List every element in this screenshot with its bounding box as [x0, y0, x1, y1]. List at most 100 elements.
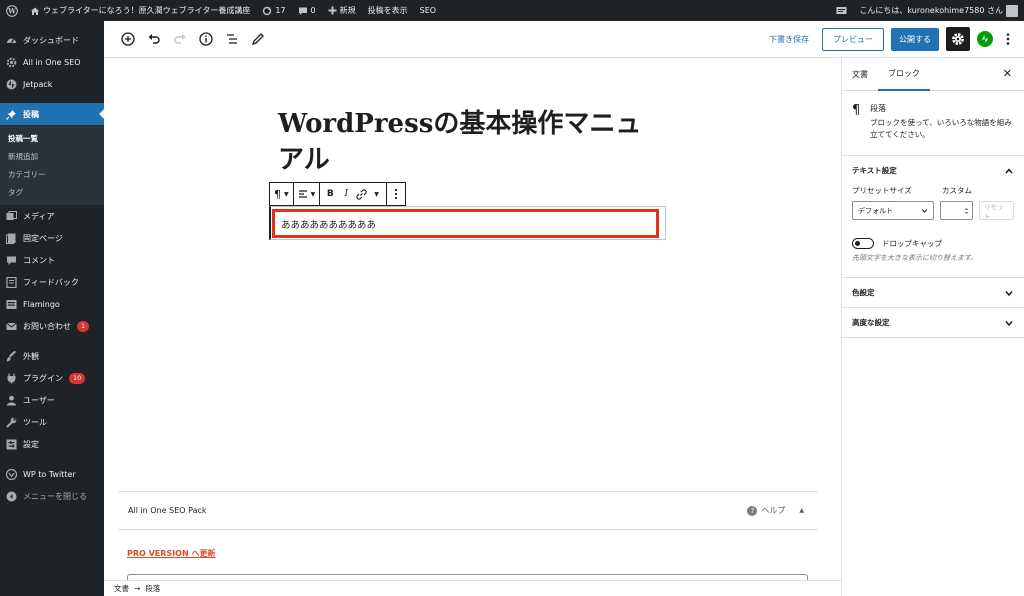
- sidebar-item-wp-to-twitter[interactable]: WP to Twitter: [0, 463, 104, 485]
- sidebar-item-media[interactable]: メディア: [0, 205, 104, 227]
- tab-block[interactable]: ブロック: [878, 58, 930, 91]
- text-settings-toggle[interactable]: テキスト設定: [842, 156, 1024, 185]
- publish-button[interactable]: 公開する: [891, 27, 939, 51]
- sidebar-item-label: ユーザー: [23, 395, 55, 405]
- paragraph-icon: ¶: [274, 187, 281, 201]
- spinner-arrows-icon: [964, 207, 969, 214]
- tab-document[interactable]: 文書: [842, 58, 878, 91]
- more-formats-chevron-icon[interactable]: ▼: [371, 191, 382, 198]
- notifications-link[interactable]: [830, 0, 853, 21]
- post-title[interactable]: WordPressの基本操作マニュアル: [278, 106, 648, 178]
- add-block-button[interactable]: [120, 31, 136, 47]
- sidebar-item-label: ツール: [23, 417, 47, 427]
- settings-toggle-button[interactable]: [946, 27, 970, 51]
- metabox-help[interactable]: ? ヘルプ ▲: [747, 505, 818, 516]
- paragraph-icon: ¶: [852, 103, 861, 118]
- account-menu[interactable]: こんにちは、kuronekohime7580 さん: [853, 0, 1024, 21]
- close-icon[interactable]: ✕: [1003, 67, 1012, 80]
- reset-button[interactable]: リセット: [979, 201, 1015, 221]
- submenu-categories[interactable]: カテゴリー: [0, 165, 104, 183]
- breadcrumb-block[interactable]: 段落: [145, 583, 160, 594]
- settings-tabs: 文書 ブロック ✕: [842, 58, 1024, 91]
- drop-cap-help: 先頭文字を大きな表示に切り替えます。: [852, 254, 978, 262]
- custom-size-input[interactable]: [939, 201, 974, 220]
- updates-link[interactable]: 17: [256, 0, 291, 21]
- sidebar-item-flamingo[interactable]: Flamingo: [0, 293, 104, 315]
- sidebar-item-label: プラグイン: [23, 373, 63, 383]
- preview-button[interactable]: プレビュー: [822, 27, 884, 51]
- new-content-link[interactable]: 新規: [322, 0, 362, 21]
- collapse-triangle-icon[interactable]: ▲: [799, 507, 804, 514]
- submenu-all-posts[interactable]: 投稿一覧: [0, 129, 104, 147]
- sidebar-item-jetpack[interactable]: Jetpack: [0, 73, 104, 95]
- metabox-header[interactable]: All in One SEO Pack ? ヘルプ ▲: [118, 492, 818, 530]
- undo-icon: [148, 34, 160, 44]
- settings-icon: [6, 439, 17, 449]
- sidebar-item-plugins[interactable]: プラグイン 10: [0, 367, 104, 389]
- breadcrumb-document[interactable]: 文書: [114, 583, 129, 594]
- view-post-link[interactable]: 投稿を表示: [362, 0, 414, 21]
- sidebar-item-pages[interactable]: 固定ページ: [0, 227, 104, 249]
- color-settings-toggle[interactable]: 色設定: [842, 278, 1024, 307]
- sidebar-item-all-in-one-seo[interactable]: All in One SEO: [0, 51, 104, 73]
- paragraph-block[interactable]: ああああああああああ: [272, 209, 659, 238]
- flamingo-icon: [6, 299, 17, 309]
- seo-link[interactable]: SEO: [414, 0, 442, 21]
- edit-mode-button[interactable]: [250, 31, 266, 47]
- chevron-down-icon: [1005, 320, 1013, 326]
- sidebar-item-label: 投稿: [23, 109, 39, 119]
- comments-count: 0: [310, 6, 316, 15]
- site-name-link[interactable]: ウェブライターになろう！原久潤ウェブライター養成講座: [24, 0, 256, 21]
- align-button[interactable]: ▼: [298, 189, 315, 199]
- sidebar-item-label: 固定ページ: [23, 233, 63, 243]
- sidebar-item-label: メディア: [23, 211, 55, 221]
- sidebar-item-label: WP to Twitter: [23, 469, 76, 479]
- comments-link[interactable]: 0: [292, 0, 322, 21]
- submenu-add-new[interactable]: 新規追加: [0, 147, 104, 165]
- jetpack-button[interactable]: [977, 31, 993, 47]
- save-draft-button[interactable]: 下書き保存: [769, 34, 809, 45]
- sidebar-item-tools[interactable]: ツール: [0, 411, 104, 433]
- sidebar-item-label: All in One SEO: [23, 57, 81, 67]
- pro-version-link[interactable]: PRO VERSION へ更新: [127, 548, 215, 559]
- drop-cap-toggle[interactable]: [852, 238, 874, 249]
- help-icon: ?: [747, 505, 758, 516]
- svg-text:W: W: [7, 6, 16, 15]
- content-info-button[interactable]: [198, 31, 214, 47]
- italic-button[interactable]: I: [340, 189, 352, 199]
- sidebar-item-label: ダッシュボード: [23, 35, 79, 45]
- undo-button[interactable]: [146, 31, 162, 47]
- wrench-icon: [6, 417, 17, 428]
- wordpress-logo-icon: W: [6, 4, 18, 17]
- sidebar-item-feedback[interactable]: フィードバック: [0, 271, 104, 293]
- bold-button[interactable]: B: [324, 189, 336, 199]
- link-button[interactable]: [356, 188, 367, 200]
- color-settings-panel: 色設定: [842, 278, 1024, 308]
- media-icon: [6, 210, 17, 220]
- redo-button[interactable]: [172, 31, 188, 47]
- breadcrumb-arrow-icon: →: [134, 584, 141, 593]
- sidebar-item-dashboard[interactable]: ダッシュボード: [0, 29, 104, 51]
- sidebar-item-contact[interactable]: お問い合わせ 1: [0, 315, 104, 337]
- sidebar-item-label: メニューを閉じる: [23, 491, 87, 501]
- block-name: 段落: [870, 104, 886, 113]
- block-navigation-button[interactable]: [224, 31, 240, 47]
- sidebar-item-comments[interactable]: コメント: [0, 249, 104, 271]
- sidebar-item-users[interactable]: ユーザー: [0, 389, 104, 411]
- block-more-options-button[interactable]: [391, 188, 401, 200]
- sidebar-item-appearance[interactable]: 外観: [0, 345, 104, 367]
- advanced-settings-toggle[interactable]: 高度な設定: [842, 308, 1024, 337]
- sidebar-item-collapse-menu[interactable]: メニューを閉じる: [0, 485, 104, 507]
- admin-sidebar: ダッシュボード All in One SEO Jetpack 投稿 投稿一覧 新…: [0, 21, 104, 596]
- home-icon: [31, 7, 39, 15]
- block-breadcrumb: 文書 → 段落: [104, 580, 841, 596]
- more-menu-button[interactable]: [1000, 31, 1016, 47]
- submenu-tags[interactable]: タグ: [0, 183, 104, 201]
- block-toolbar: ¶ ▼ ▼ B I ▼: [269, 182, 406, 206]
- paragraph-block-switcher[interactable]: ¶ ▼: [274, 188, 289, 201]
- wp-logo-menu[interactable]: W: [0, 0, 24, 21]
- chevron-up-icon: [1005, 167, 1013, 173]
- sidebar-item-settings[interactable]: 設定: [0, 433, 104, 455]
- sidebar-item-posts[interactable]: 投稿: [0, 103, 104, 125]
- font-size-select[interactable]: デフォルト: [852, 201, 934, 220]
